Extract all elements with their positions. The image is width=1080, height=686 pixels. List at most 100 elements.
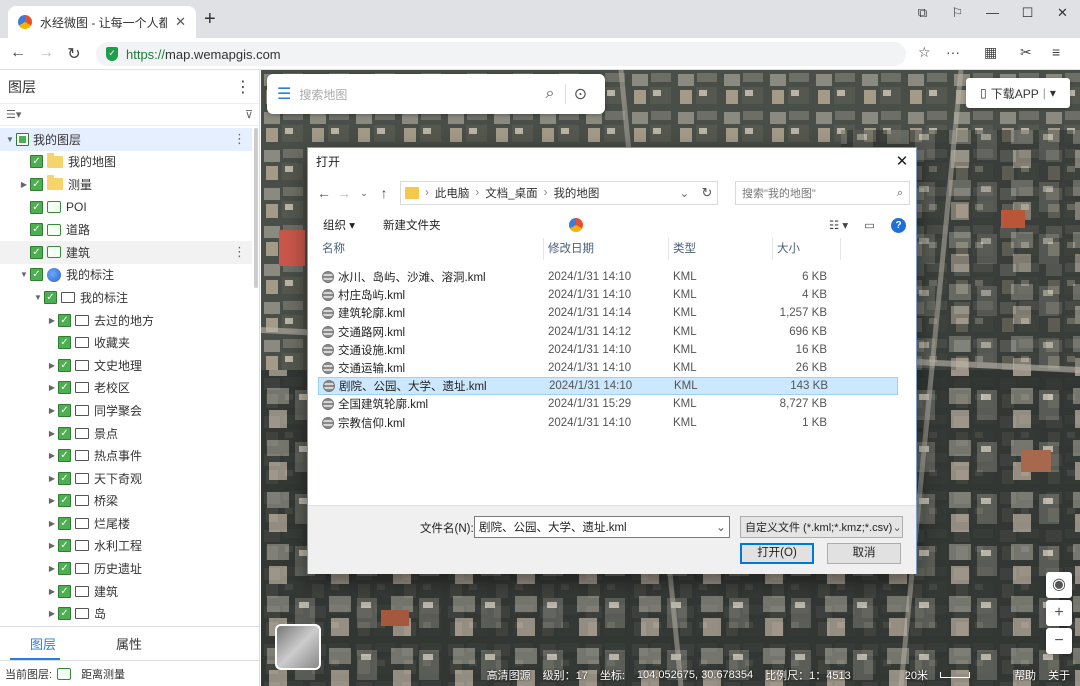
back-arrow-icon[interactable]: ← xyxy=(8,44,28,62)
layer-tree-row[interactable]: ▶ ✓ 建筑 xyxy=(0,580,252,603)
list-view-icon[interactable]: ☰▾ xyxy=(6,108,21,121)
url-bar[interactable]: ✓ https://map.wemapgis.com xyxy=(96,42,906,66)
layer-checkbox[interactable]: ✓ xyxy=(30,223,43,237)
cancel-button[interactable]: 取消 xyxy=(827,543,901,564)
layer-tree-row[interactable]: ▶ ✓ 景点 xyxy=(0,422,252,445)
panel-more-icon[interactable]: ⋮ xyxy=(235,77,251,97)
file-row[interactable]: 交通运输.kml 2024/1/31 14:10 KML 26 KB xyxy=(318,359,898,377)
open-button[interactable]: 打开(O) xyxy=(740,543,814,564)
chevron-right-icon[interactable]: ▶ xyxy=(46,609,58,618)
tab-manager-icon[interactable]: ⧉ xyxy=(905,0,940,26)
location-pin-icon[interactable]: ⊙ xyxy=(565,84,595,104)
locate-icon[interactable]: ◉ xyxy=(1046,572,1072,598)
layer-tree-row[interactable]: ✓ 我的地图 xyxy=(0,151,252,174)
layer-tree-row[interactable]: ▶ ✓ 岛 xyxy=(0,602,252,625)
layer-checkbox[interactable]: ✓ xyxy=(30,155,43,169)
layer-checkbox[interactable]: ✓ xyxy=(30,245,43,259)
chevron-right-icon[interactable]: ▶ xyxy=(46,316,58,325)
chevron-right-icon[interactable]: ▶ xyxy=(46,451,58,460)
forward-arrow-icon[interactable]: → xyxy=(334,185,354,201)
chevron-down-icon[interactable]: ▼ xyxy=(32,293,44,302)
tab-close-icon[interactable]: ✕ xyxy=(175,14,186,30)
column-name[interactable]: 名称 xyxy=(318,238,544,260)
layer-tree-row[interactable]: ▶ ✓ 文史地理 xyxy=(0,354,252,377)
file-row[interactable]: 剧院、公园、大学、遗址.kml 2024/1/31 14:10 KML 143 KB xyxy=(318,377,898,396)
breadcrumb-my-maps[interactable]: 我的地图 xyxy=(553,185,599,201)
layer-more-icon[interactable]: ⋮ xyxy=(233,131,246,147)
layer-tree-row[interactable]: ▼ ✓ 我的标注 xyxy=(0,286,252,309)
layer-checkbox[interactable] xyxy=(16,132,29,146)
breadcrumb-desktop[interactable]: 文档_桌面 xyxy=(485,185,537,201)
about-link[interactable]: 关于 xyxy=(1048,667,1070,683)
file-row[interactable]: 冰川、岛屿、沙滩、溶洞.kml 2024/1/31 14:10 KML 6 KB xyxy=(318,268,898,286)
chevron-right-icon[interactable]: ▶ xyxy=(46,519,58,528)
layer-tree-row[interactable]: ▼ ✓ 我的标注 xyxy=(0,264,252,287)
chevron-right-icon[interactable]: ▶ xyxy=(46,429,58,438)
layer-tree-row[interactable]: ▶ ✓ 水利工程 xyxy=(0,535,252,558)
chevron-down-icon[interactable]: ⌄ xyxy=(675,186,693,200)
layer-tree-row[interactable]: ▶ ✓ 老校区 xyxy=(0,377,252,400)
minimize-button[interactable]: — xyxy=(975,0,1010,26)
layer-checkbox[interactable]: ✓ xyxy=(58,403,71,417)
file-row[interactable]: 交通设施.kml 2024/1/31 14:10 KML 16 KB xyxy=(318,341,898,359)
forward-arrow-icon[interactable]: → xyxy=(36,44,56,62)
layer-tree-row[interactable]: ▶ ✓ 测量 xyxy=(0,173,252,196)
apps-grid-icon[interactable]: ▦ xyxy=(984,44,997,61)
chevron-right-icon[interactable]: ▶ xyxy=(46,383,58,392)
layer-tree-row[interactable]: ✓ 收藏夹 xyxy=(0,331,252,354)
file-row[interactable]: 村庄岛屿.kml 2024/1/31 14:10 KML 4 KB xyxy=(318,286,898,304)
breadcrumb[interactable]: › 此电脑 › 文档_桌面 › 我的地图 ⌄ xyxy=(400,181,718,205)
download-app-button[interactable]: ▯ 下载APP | ▾ xyxy=(966,78,1070,108)
layer-checkbox[interactable]: ✓ xyxy=(44,290,57,304)
layer-tree-row[interactable]: ▶ ✓ 去过的地方 xyxy=(0,309,252,332)
layer-checkbox[interactable]: ✓ xyxy=(58,336,71,350)
dialog-close-button[interactable]: ✕ xyxy=(888,152,916,170)
view-options-icon[interactable]: ☷ ▾ xyxy=(829,218,848,232)
layer-tree-row[interactable]: ▶ ✓ 烂尾楼 xyxy=(0,512,252,535)
chevron-right-icon[interactable]: ▶ xyxy=(18,180,30,189)
layer-checkbox[interactable]: ✓ xyxy=(58,584,71,598)
layer-checkbox[interactable]: ✓ xyxy=(58,516,71,530)
dialog-search-input[interactable]: 搜索"我的地图" ⌕ xyxy=(735,181,910,205)
filetype-select[interactable]: 自定义文件 (*.kml;*.kmz;*.csv) ⌄ xyxy=(740,516,903,538)
more-dots-icon[interactable]: ··· xyxy=(946,44,960,60)
layer-checkbox[interactable]: ✓ xyxy=(58,539,71,553)
refresh-icon[interactable]: ↻ xyxy=(696,181,718,205)
up-arrow-icon[interactable]: ↑ xyxy=(374,185,394,201)
layer-tree-row[interactable]: ✓ POI xyxy=(0,196,252,219)
recent-chevron-icon[interactable]: ⌄ xyxy=(354,188,374,199)
layer-checkbox[interactable]: ✓ xyxy=(30,268,43,282)
layer-tree-row[interactable]: ▶ ✓ 同学聚会 xyxy=(0,399,252,422)
layer-tree-scrollbar[interactable] xyxy=(254,128,258,288)
filename-input[interactable]: 剧院、公园、大学、遗址.kml ⌄ xyxy=(474,516,730,538)
browser-tab[interactable]: 水经微图 - 让每一个人都有自 ✕ xyxy=(8,6,196,38)
help-link[interactable]: 帮助 xyxy=(1014,667,1036,683)
layer-checkbox[interactable]: ✓ xyxy=(30,200,43,214)
chevron-right-icon[interactable]: ▶ xyxy=(46,587,58,596)
layer-tree-row[interactable]: ✓ 建筑 ⋮ xyxy=(0,240,252,264)
tab-properties[interactable]: 属性 xyxy=(86,634,172,653)
layer-checkbox[interactable]: ✓ xyxy=(58,607,71,621)
file-row[interactable]: 宗教信仰.kml 2024/1/31 14:10 KML 1 KB xyxy=(318,414,898,432)
filter-icon[interactable]: ⊽ xyxy=(245,108,253,121)
shirt-icon[interactable]: ⚐ xyxy=(940,0,975,26)
chevron-down-icon[interactable]: ▼ xyxy=(4,135,16,144)
chevron-right-icon[interactable]: ▶ xyxy=(46,474,58,483)
chevron-right-icon[interactable]: ▶ xyxy=(46,496,58,505)
column-date[interactable]: 修改日期 xyxy=(544,238,669,260)
layer-more-icon[interactable]: ⋮ xyxy=(233,244,246,260)
layer-tree-row[interactable]: ▼ 我的图层 ⋮ xyxy=(0,128,252,151)
layer-tree-row[interactable]: ▶ ✓ 桥梁 xyxy=(0,490,252,513)
layer-checkbox[interactable]: ✓ xyxy=(58,426,71,440)
organize-button[interactable]: 组织 ▾ xyxy=(323,217,355,233)
chevron-down-icon[interactable]: ⌄ xyxy=(713,520,729,534)
layer-checkbox[interactable]: ✓ xyxy=(58,494,71,508)
layer-checkbox[interactable]: ✓ xyxy=(58,449,71,463)
file-row[interactable]: 交通路网.kml 2024/1/31 14:12 KML 696 KB xyxy=(318,323,898,341)
back-arrow-icon[interactable]: ← xyxy=(314,185,334,201)
layer-checkbox[interactable]: ✓ xyxy=(58,313,71,327)
reload-icon[interactable]: ↻ xyxy=(64,44,84,64)
layer-tree-row[interactable]: ▶ ✓ 历史遗址 xyxy=(0,557,252,580)
column-type[interactable]: 类型 xyxy=(669,238,773,260)
hamburger-menu-icon[interactable]: ☰ xyxy=(277,84,291,104)
